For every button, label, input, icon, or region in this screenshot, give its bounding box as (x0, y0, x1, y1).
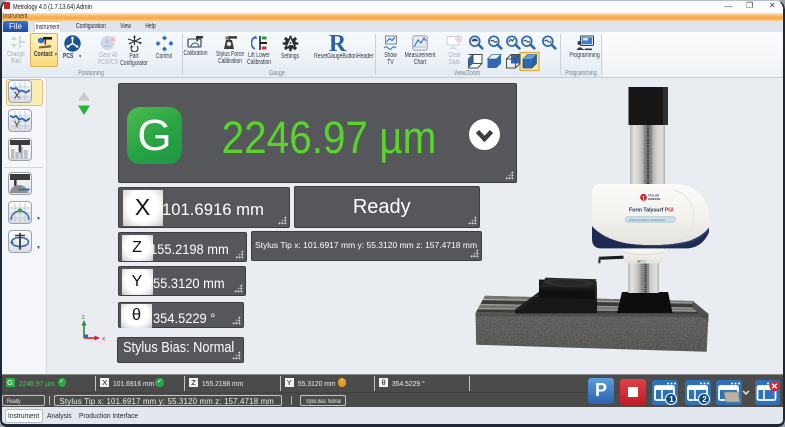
svg-text:Y: Y (14, 120, 20, 130)
svg-text:Form Talysurf PGI: Form Talysurf PGI (629, 208, 674, 214)
svg-text:x: x (102, 336, 106, 343)
svg-text:HOBSON: HOBSON (648, 197, 660, 201)
svg-text:X: X (14, 91, 20, 101)
svg-text:2: 2 (702, 395, 707, 404)
svg-text:z: z (82, 314, 86, 321)
svg-text:1: 1 (669, 395, 674, 404)
svg-text:talysurf intelligent measureme: talysurf intelligent measurement (629, 218, 666, 222)
svg-text:■PGI: ■PGI (638, 259, 646, 263)
svg-text:T: T (642, 196, 646, 202)
